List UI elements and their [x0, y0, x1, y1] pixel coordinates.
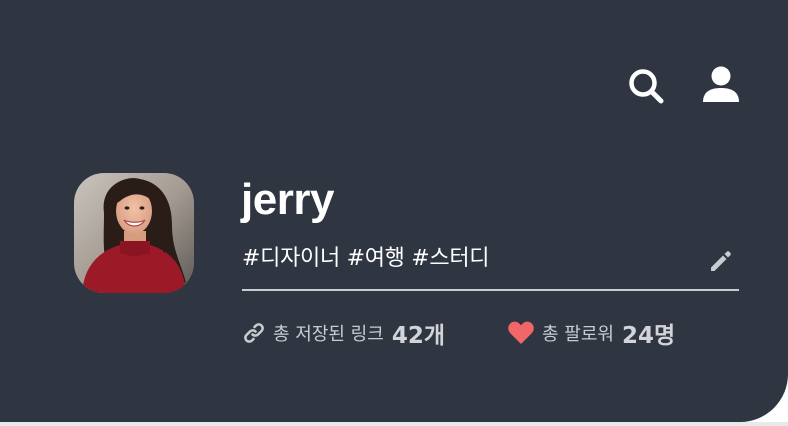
page-background-strip	[0, 422, 788, 426]
heart-icon	[508, 321, 534, 344]
profile-card: jerry #디자이너 #여행 #스터디 총 저장된 링크 42개 총 팔로워 …	[0, 0, 788, 422]
link-icon	[244, 323, 264, 343]
profile-tags: #디자이너 #여행 #스터디	[242, 246, 490, 271]
username: jerry	[241, 175, 334, 224]
search-button[interactable]	[626, 66, 666, 106]
edit-profile-button[interactable]	[706, 246, 736, 276]
saved-links-stat: 총 저장된 링크 42개	[242, 316, 445, 350]
saved-links-label: 총 저장된 링크	[273, 324, 384, 345]
avatar-photo	[74, 173, 194, 293]
avatar[interactable]	[74, 173, 194, 293]
followers-stat[interactable]: 총 팔로워 24명	[507, 316, 675, 350]
followers-label: 총 팔로워	[542, 324, 614, 345]
search-icon	[629, 69, 664, 104]
saved-links-count: 42개	[391, 323, 445, 349]
followers-count: 24명	[621, 323, 676, 349]
user-button[interactable]	[700, 64, 742, 106]
pencil-icon	[711, 251, 731, 271]
divider	[242, 289, 739, 291]
user-icon	[703, 66, 739, 102]
